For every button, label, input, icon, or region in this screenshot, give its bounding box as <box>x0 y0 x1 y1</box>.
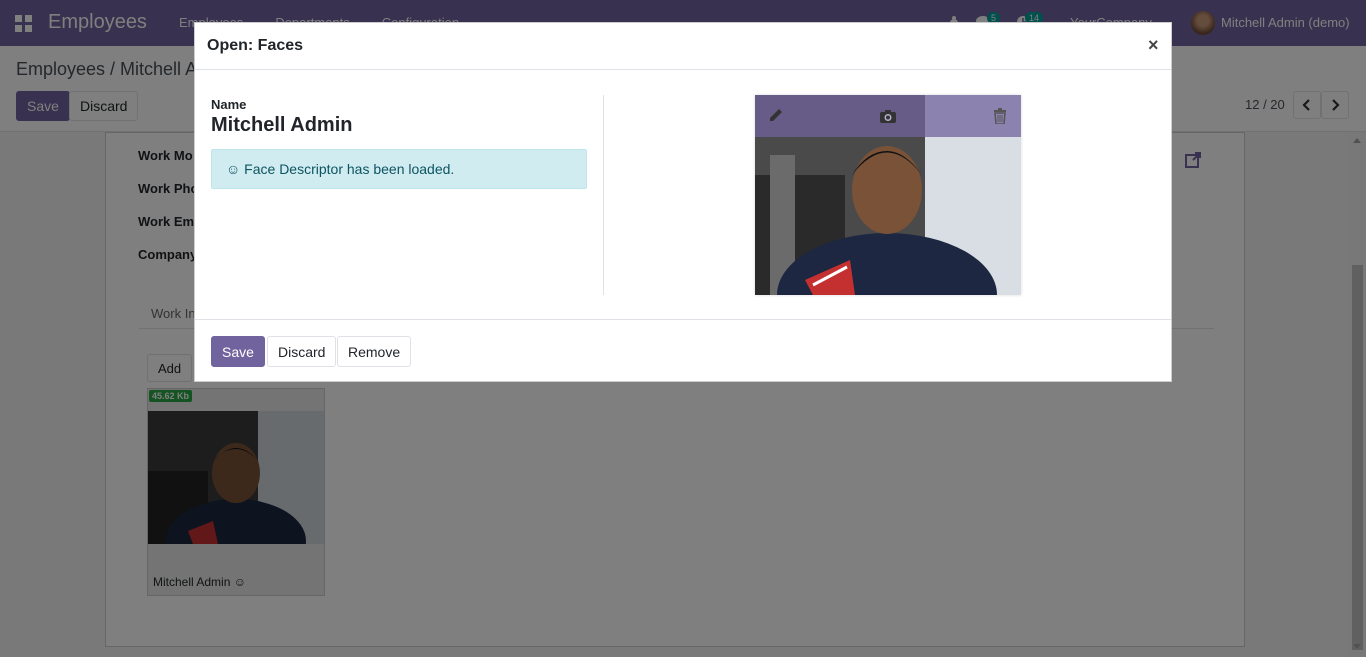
dialog-remove-button[interactable]: Remove <box>337 336 412 367</box>
name-field[interactable]: Mitchell Admin <box>211 114 352 137</box>
faces-dialog: Open: Faces × Name Mitchell Admin ☺ Face… <box>194 22 1172 382</box>
close-icon[interactable]: × <box>1148 35 1159 56</box>
dialog-footer: Save Discard Remove <box>195 319 1171 382</box>
image-toolbar <box>755 95 1021 137</box>
pencil-icon[interactable] <box>767 108 785 124</box>
dialog-body: Name Mitchell Admin ☺ Face Descriptor ha… <box>195 71 1171 319</box>
dialog-header: Open: Faces × <box>195 23 1171 70</box>
trash-icon[interactable] <box>991 108 1009 124</box>
dialog-title: Open: Faces <box>207 37 304 54</box>
face-image-field[interactable] <box>755 95 1021 295</box>
face-descriptor-alert: ☺ Face Descriptor has been loaded. <box>211 149 587 189</box>
column-divider <box>603 95 604 295</box>
camera-icon[interactable] <box>879 108 897 124</box>
dialog-discard-button[interactable]: Discard <box>267 336 337 367</box>
dialog-save-button[interactable]: Save <box>211 336 265 367</box>
name-label: Name <box>211 97 247 112</box>
